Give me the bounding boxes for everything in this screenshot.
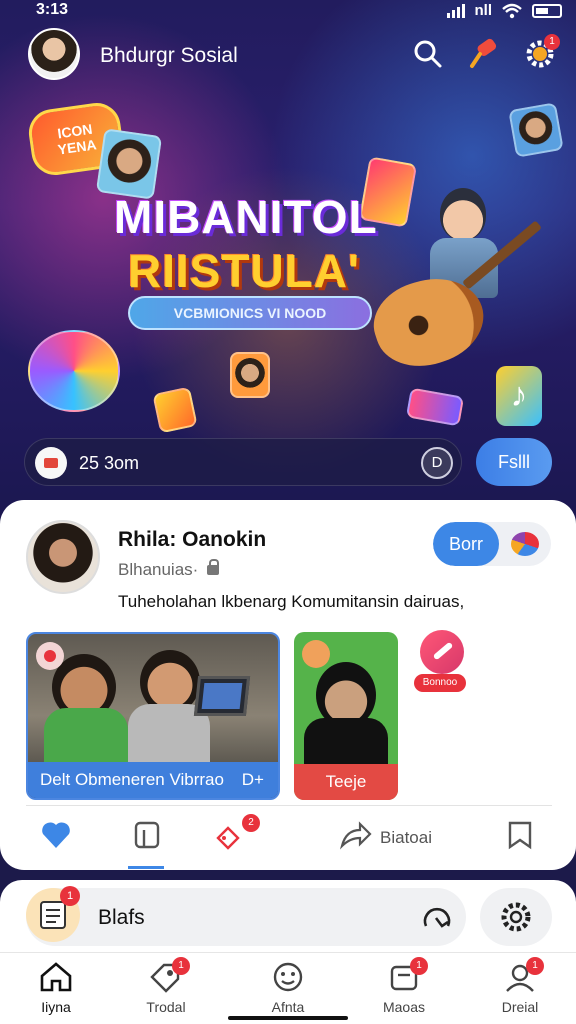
wifi-icon: [502, 3, 522, 18]
nav-activity[interactable]: Afnta: [248, 961, 328, 1021]
media-caption-icon: D+: [241, 770, 264, 789]
active-tab-indicator: [128, 866, 164, 869]
search-button[interactable]: [412, 38, 444, 70]
media-badge-icon: [36, 642, 64, 670]
media-caption: Delt Obmeneren Vibrrao: [28, 762, 278, 798]
nav-label: Trodal: [146, 999, 186, 1015]
post-card: Rhila: Oanokin Blhanuias· Tuheholahan lk…: [0, 500, 576, 870]
nav-label: Afnta: [271, 999, 305, 1015]
nav-home[interactable]: Iiyna: [16, 961, 96, 1021]
post-author-avatar[interactable]: [26, 520, 100, 594]
follow-group: Borr: [433, 522, 551, 566]
lock-icon: [207, 559, 220, 575]
create-button[interactable]: [468, 38, 500, 70]
nav-label: Iiyna: [41, 999, 71, 1015]
viewer-count: 25 3om: [79, 453, 140, 473]
like-button[interactable]: [40, 820, 72, 854]
media-badge-icon: [302, 640, 330, 668]
chat-bar[interactable]: 1 Blafs: [26, 886, 466, 946]
tablet-card: [28, 330, 120, 412]
post-text: Tuheholahan lkbenarg Komumitansin dairua…: [118, 592, 465, 611]
app-header: Bhdurgr Sosial 1: [0, 26, 576, 84]
notification-badge: 1: [544, 34, 560, 50]
message-icon: 1: [386, 957, 428, 993]
post-author-name[interactable]: Rhila: Oanokin: [118, 528, 266, 552]
network-label: nll: [474, 2, 493, 19]
photo-card: [95, 128, 163, 200]
bottom-nav: Iiyna 1 Trodal Afnta 1 Maoas 1 Dreial: [0, 952, 576, 1024]
nav-messages[interactable]: 1 Maoas: [364, 957, 444, 1021]
box-card: [152, 386, 198, 434]
side-tag-label: Bonnoo: [414, 674, 466, 692]
post-author-handle: Blhanuias·: [118, 559, 220, 580]
follow-button[interactable]: Borr: [433, 522, 499, 566]
status-time: 3:13: [36, 1, 69, 18]
chat-settings-button[interactable]: [480, 888, 552, 946]
tag-icon: 1: [148, 957, 190, 993]
comment-badge: 2: [242, 814, 260, 832]
home-icon: [38, 961, 74, 993]
share-icon: [339, 821, 372, 850]
chat-reply-button[interactable]: [420, 900, 454, 934]
handle-text: Blhanuias·: [118, 560, 199, 579]
nav-badge: 1: [410, 957, 428, 975]
music-note-icon: ♪: [496, 366, 542, 426]
smiley-icon: [270, 961, 306, 993]
marker-icon: [470, 38, 497, 68]
home-indicator: [228, 1016, 348, 1020]
reaction-icon[interactable]: [511, 532, 539, 556]
banner-title-line2: RIISTULA': [128, 245, 361, 297]
chat-badge: 1: [60, 886, 80, 906]
media-video-card[interactable]: Delt Obmeneren Vibrrao D+: [26, 632, 280, 800]
battery-icon: [532, 3, 562, 18]
settings-icon: [501, 902, 531, 932]
media-caption: Teeje: [294, 764, 398, 800]
share-button[interactable]: Biatoai: [339, 820, 450, 854]
banner-follow-button[interactable]: Fslll: [476, 438, 552, 486]
nav-trending[interactable]: 1 Trodal: [126, 957, 206, 1021]
reply-icon: [423, 907, 451, 928]
heart-icon: [42, 822, 70, 848]
tag-icon: [508, 821, 532, 850]
laptop-illustration: [193, 676, 251, 716]
nav-profile[interactable]: 1 Dreial: [480, 957, 560, 1021]
status-bar: 3:13 nll: [0, 0, 576, 24]
status-icons: nll: [446, 2, 562, 19]
post-divider: [26, 805, 552, 806]
profile-icon: 1: [502, 957, 544, 993]
comment-button[interactable]: 2: [214, 814, 260, 854]
live-icon[interactable]: [35, 447, 67, 479]
nav-label: Maoas: [382, 999, 426, 1015]
phone-card: [405, 387, 465, 427]
media-photo-card[interactable]: Teeje: [294, 632, 398, 800]
chat-label: Blafs: [98, 906, 145, 929]
banner-controls: 25 3om D: [24, 438, 462, 486]
person-body: [304, 718, 388, 768]
bookmark-icon: [134, 821, 160, 849]
search-icon: [414, 40, 442, 68]
banner-subtitle: VCBMIONICS VI NOOD: [128, 296, 372, 330]
share-label: Biatoai: [380, 828, 432, 847]
signal-icon: [446, 3, 465, 18]
photo-card: [230, 352, 270, 398]
nav-badge: 1: [172, 957, 190, 975]
nav-label: Dreial: [501, 999, 539, 1015]
app-title: Bhdurgr Sosial: [100, 44, 238, 67]
notifications-button[interactable]: 1: [524, 34, 560, 70]
chat-card: 1 Blafs: [0, 880, 576, 960]
photo-card: [508, 102, 564, 158]
edit-icon[interactable]: [420, 630, 464, 674]
save-button[interactable]: [506, 820, 534, 854]
bookmark-tab[interactable]: [132, 820, 162, 854]
play-button[interactable]: D: [421, 447, 453, 479]
banner-title-line1: MIBANITOL: [114, 191, 378, 243]
profile-avatar[interactable]: [28, 28, 80, 80]
nav-badge: 1: [526, 957, 544, 975]
featured-banner[interactable]: ICON YENA MIBANITOL RIISTULA' VCBMIONICS…: [14, 90, 564, 490]
